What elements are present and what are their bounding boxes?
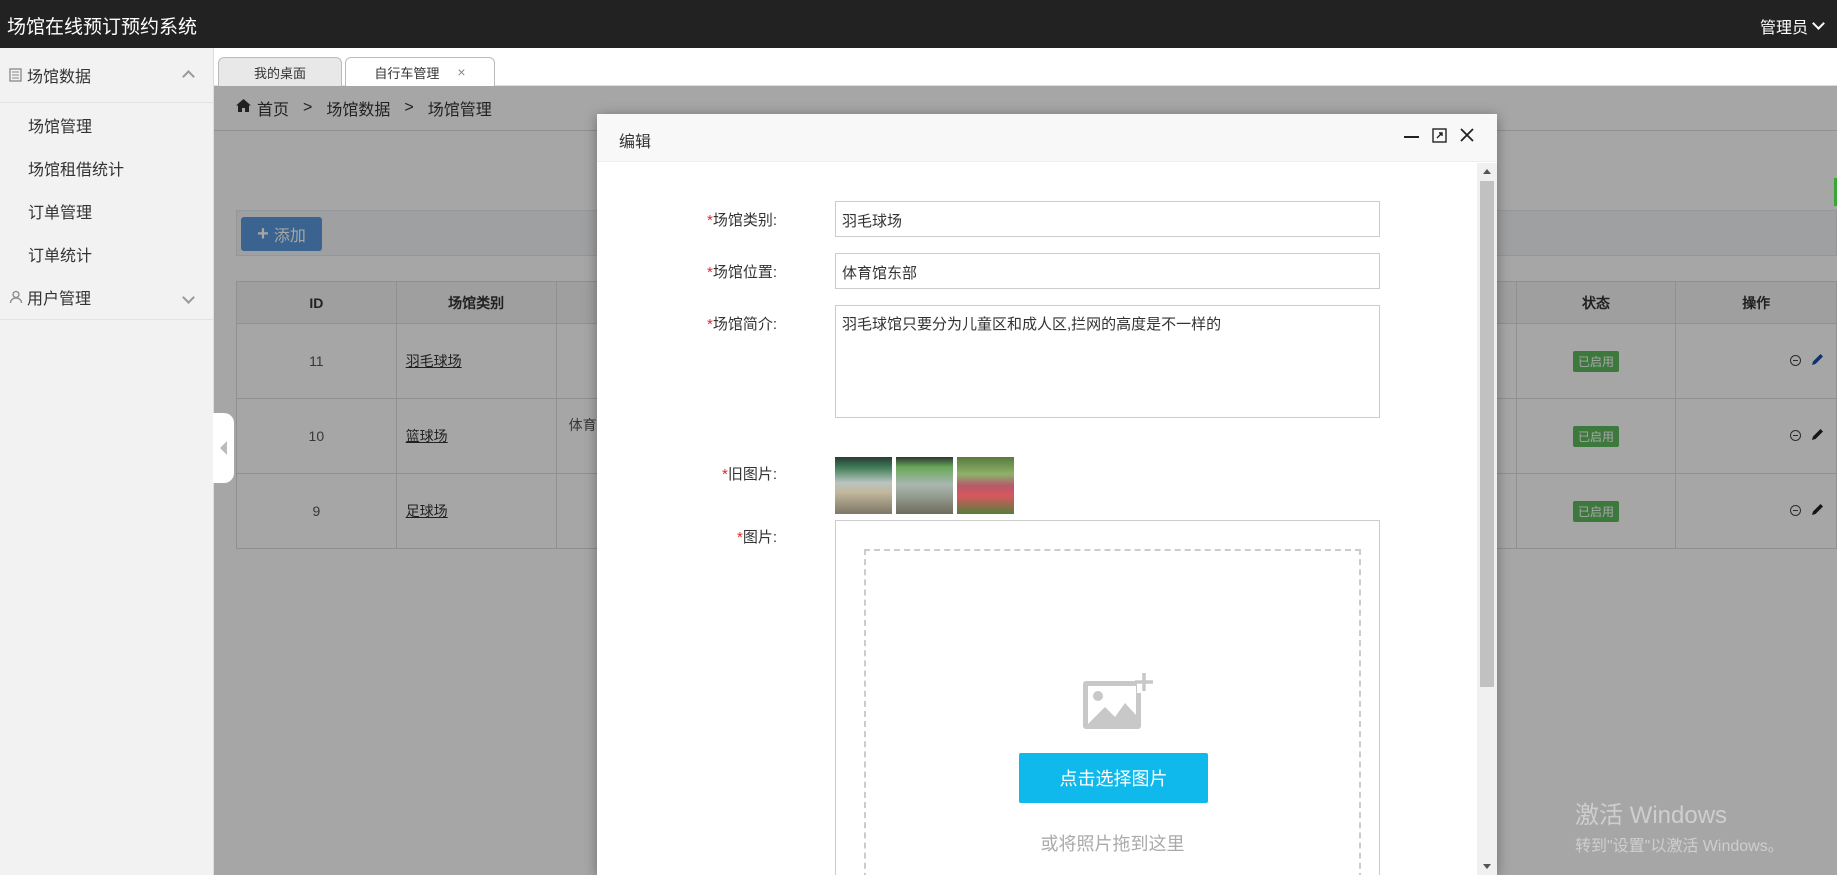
windows-activation-watermark: 激活 Windows 转到"设置"以激活 Windows。 [1575, 795, 1784, 856]
field-label: *旧图片: [721, 466, 777, 483]
dialog-header: 编辑 [597, 114, 1497, 162]
minimize-button[interactable] [1403, 127, 1419, 143]
field-label: *场馆位置: [706, 264, 777, 281]
close-button[interactable] [1459, 127, 1475, 143]
chevron-up-icon [182, 68, 195, 86]
watermark-line2: 转到"设置"以激活 Windows。 [1575, 838, 1784, 855]
sidebar-item-venue-management[interactable]: 场馆管理 [0, 103, 213, 146]
old-image-thumbnail[interactable] [835, 457, 892, 514]
drop-zone[interactable]: 点击选择图片 或将照片拖到这里 [864, 549, 1361, 875]
sidebar-group-label: 场馆数据 [27, 69, 92, 86]
sidebar-group-venue-data[interactable]: 场馆数据 [0, 48, 213, 102]
add-image-icon [1083, 671, 1153, 729]
category-input[interactable]: 羽毛球场 [835, 201, 1380, 237]
edit-dialog: 编辑 *场馆类别: 羽毛球场 *场馆位置: 体育馆东部 *场馆简介: 羽毛球馆只… [597, 114, 1497, 875]
chevron-down-icon [1812, 17, 1825, 30]
old-image-thumbnail[interactable] [957, 457, 1014, 514]
sidebar-group-user-management[interactable]: 用户管理 [0, 275, 213, 319]
sidebar-item-order-management[interactable]: 订单管理 [0, 189, 213, 232]
sidebar: 场馆数据 场馆管理 场馆租借统计 订单管理 订单统计 用户管理 [0, 48, 214, 875]
dialog-title: 编辑 [619, 134, 652, 151]
intro-textarea[interactable]: 羽毛球馆只要分为儿童区和成人区,拦网的高度是不一样的 [835, 305, 1380, 418]
user-menu[interactable]: 管理员 [1759, 14, 1825, 38]
document-icon [8, 67, 24, 83]
sidebar-item-order-stats[interactable]: 订单统计 [0, 232, 213, 275]
old-image-thumbnail[interactable] [896, 457, 953, 514]
scroll-down-icon[interactable] [1483, 864, 1491, 869]
sidebar-item-rental-stats[interactable]: 场馆租借统计 [0, 146, 213, 189]
scroll-up-icon[interactable] [1483, 169, 1491, 174]
chevron-down-icon [182, 289, 195, 307]
location-input[interactable]: 体育馆东部 [835, 253, 1380, 289]
tab-label: 自行车管理 [374, 65, 440, 81]
maximize-icon [1431, 127, 1447, 143]
choose-image-button[interactable]: 点击选择图片 [1019, 753, 1208, 803]
dialog-scrollbar[interactable] [1477, 163, 1497, 875]
app-title: 场馆在线预订预约系统 [7, 17, 198, 38]
sidebar-collapse-handle[interactable] [213, 413, 234, 483]
tab-bar: 我的桌面 自行车管理 × [214, 48, 1837, 86]
scroll-thumb[interactable] [1480, 181, 1494, 687]
user-name: 管理员 [1759, 20, 1808, 37]
tab-desktop[interactable]: 我的桌面 [218, 57, 342, 86]
chevron-left-icon [220, 441, 227, 455]
close-icon[interactable]: × [457, 64, 465, 80]
minimize-icon [1403, 136, 1419, 138]
maximize-button[interactable] [1431, 127, 1447, 143]
top-bar: 场馆在线预订预约系统 管理员 [0, 0, 1837, 48]
field-label: *场馆简介: [706, 316, 777, 333]
drop-hint: 或将照片拖到这里 [1040, 834, 1185, 854]
user-icon [8, 289, 24, 305]
dialog-body: *场馆类别: 羽毛球场 *场馆位置: 体育馆东部 *场馆简介: 羽毛球馆只要分为… [597, 163, 1497, 875]
sidebar-group-label: 用户管理 [27, 291, 92, 308]
close-icon [1460, 128, 1474, 142]
field-label: *图片: [736, 529, 777, 546]
field-label: *场馆类别: [706, 212, 777, 229]
tab-label: 我的桌面 [253, 65, 306, 81]
watermark-line1: 激活 Windows [1575, 802, 1728, 829]
tab-bike-management[interactable]: 自行车管理 × [345, 57, 495, 86]
upload-area[interactable]: 点击选择图片 或将照片拖到这里 [835, 520, 1380, 875]
